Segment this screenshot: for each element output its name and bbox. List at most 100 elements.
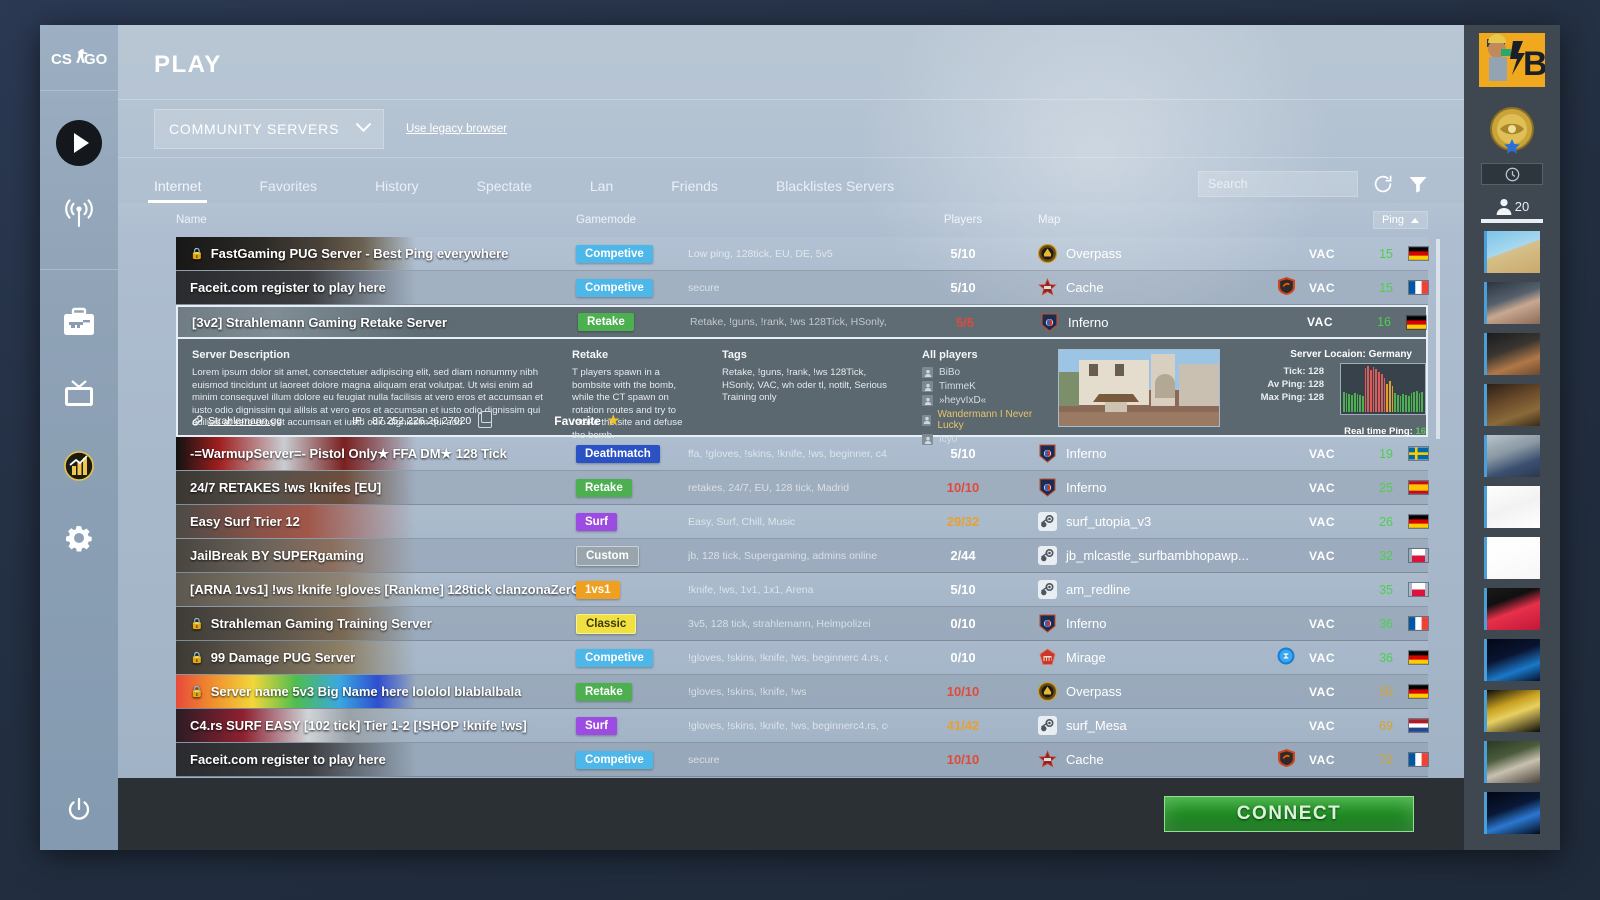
friend-avatar-12[interactable]: [1484, 792, 1540, 834]
server-list: 🔒 FastGaming PUG Server - Best Ping every…: [176, 237, 1428, 778]
friend-avatar-8[interactable]: [1484, 588, 1540, 630]
server-row[interactable]: -=WarmupServer=- Pistol Only★ FFA DM★ 12…: [176, 437, 1428, 471]
watch-button[interactable]: [53, 189, 105, 241]
inferno-icon: [1040, 312, 1059, 332]
ping-bar: [1343, 391, 1345, 412]
server-map-name: surf_utopia_v3: [1066, 514, 1152, 529]
stats-button[interactable]: [53, 440, 105, 492]
server-vac-cell: VAC: [1250, 315, 1337, 329]
server-name-cell: Faceit.com register to play here: [176, 752, 576, 767]
server-row[interactable]: 🔒 FastGaming PUG Server - Best Ping every…: [176, 237, 1428, 271]
search-input[interactable]: [1198, 171, 1358, 197]
server-map-name: Inferno: [1066, 480, 1107, 495]
friend-avatar-2[interactable]: [1484, 282, 1540, 324]
legacy-browser-link[interactable]: Use legacy browser: [406, 123, 507, 135]
faceit-shield: [1278, 277, 1296, 298]
friend-avatar-10[interactable]: [1484, 690, 1540, 732]
column-header-map[interactable]: Map: [1038, 214, 1248, 226]
server-name: C4.rs SURF EASY [102 tick] Tier 1-2 [!SH…: [190, 718, 527, 733]
friend-avatar-5[interactable]: [1484, 435, 1540, 477]
scrollbar-thumb[interactable]: [1436, 239, 1440, 439]
friend-avatar-11[interactable]: [1484, 741, 1540, 783]
vac-label: VAC: [1309, 718, 1335, 733]
server-row[interactable]: [ARNA 1vs1] !ws !knife !gloves [Rankme] …: [176, 573, 1428, 607]
server-row[interactable]: 🔒 Strahleman Gaming Training Server Classi…: [176, 607, 1428, 641]
server-name: [ARNA 1vs1] !ws !knife !gloves [Rankme] …: [190, 582, 600, 597]
server-row[interactable]: [3v2] Strahlemann Gaming Retake Server Re…: [176, 305, 1428, 339]
server-row[interactable]: Easy Surf Trier 12 Surf Easy, Surf, Chill,…: [176, 505, 1428, 539]
dropdown-label: COMMUNITY SERVERS: [169, 120, 340, 137]
table-header: Name Gamemode Players Map Ping: [118, 203, 1464, 237]
server-tags: Low ping, 128tick, EU, DE, 5v5: [688, 247, 833, 260]
star-icon: ★: [606, 412, 620, 428]
rank-badge[interactable]: B: [1479, 33, 1545, 87]
server-map-cell: Overpass: [1037, 243, 1248, 264]
favorite-button[interactable]: Favorite ★: [554, 412, 619, 429]
copy-icon[interactable]: [478, 411, 493, 428]
server-tags: ffa, !gloves, !skins, !knife, !ws, begin…: [688, 447, 888, 460]
tab-blacklistes-servers[interactable]: Blacklistes Servers: [776, 178, 894, 203]
server-map-cell: Cache: [1038, 277, 1248, 297]
friend-avatar-3[interactable]: [1484, 333, 1540, 375]
lock-icon: 🔒: [190, 248, 204, 260]
server-row[interactable]: 🔒 99 Damage PUG Server Competive !gloves, !…: [176, 641, 1428, 675]
playtime-button[interactable]: [1481, 163, 1543, 185]
ping-bar: [1380, 374, 1383, 412]
tab-history[interactable]: History: [375, 178, 419, 203]
server-row[interactable]: Faceit.com register to play here Competiv…: [176, 271, 1428, 305]
server-row[interactable]: 🔒 Server name 5v3 Big Name here lololol b…: [176, 675, 1428, 709]
tab-favorites[interactable]: Favorites: [259, 178, 317, 203]
server-name: JailBreak BY SUPERgaming: [190, 548, 364, 563]
server-players: 29/32: [946, 514, 980, 529]
ping-sort-label: Ping: [1381, 214, 1404, 226]
friend-avatar-6[interactable]: [1484, 486, 1540, 528]
server-map-cell: am_redline: [1038, 580, 1248, 599]
avg-ping-value: Av Ping: 128: [1267, 379, 1324, 390]
server-row[interactable]: JailBreak BY SUPERgaming Custom jb, 128 ti…: [176, 539, 1428, 573]
gamemode-tag: Competive: [576, 648, 653, 667]
friends-header[interactable]: 20: [1476, 197, 1548, 215]
friend-avatar-4[interactable]: [1484, 384, 1540, 426]
inferno-icon: [1038, 444, 1057, 463]
server-name-cell: -=WarmupServer=- Pistol Only★ FFA DM★ 12…: [176, 446, 576, 462]
gamemode-tag: Classic: [576, 613, 637, 634]
tab-spectate[interactable]: Spectate: [477, 178, 532, 203]
player-entry: BiBo: [922, 367, 1044, 378]
server-row[interactable]: 24/7 RETAKES !ws !knifes [EU] Retake retak…: [176, 471, 1428, 505]
column-header-ping-sort[interactable]: Ping: [1372, 211, 1428, 229]
game-mode-dropdown[interactable]: COMMUNITY SERVERS: [154, 108, 384, 149]
server-players: 10/10: [946, 752, 980, 767]
ping-bar: [1413, 391, 1415, 412]
power-button[interactable]: [40, 796, 118, 822]
mirage-icon: [1038, 648, 1057, 667]
connect-button[interactable]: CONNECT: [1164, 796, 1414, 832]
detail-gamemode-text: T players spawn in a bombsite with the b…: [572, 367, 683, 441]
inventory-button[interactable]: [53, 296, 105, 348]
play-button[interactable]: [53, 117, 105, 169]
tv-button[interactable]: [53, 368, 105, 420]
server-website-link[interactable]: Strahlemann.gg: [192, 415, 282, 427]
column-header-gamemode[interactable]: Gamemode: [576, 214, 888, 226]
friend-avatar-9[interactable]: [1484, 639, 1540, 681]
left-nav: CS GO: [40, 25, 118, 850]
tab-friends[interactable]: Friends: [671, 178, 718, 203]
gamemode-tag: 1vs1: [576, 580, 620, 599]
friend-avatar-7[interactable]: [1484, 537, 1540, 579]
service-medal-icon[interactable]: [1486, 103, 1538, 155]
server-name-cell: Faceit.com register to play here: [176, 280, 576, 295]
tab-lan[interactable]: Lan: [590, 178, 613, 203]
vac-label: VAC: [1309, 616, 1335, 631]
server-row[interactable]: C4.rs SURF EASY [102 tick] Tier 1-2 [!SH…: [176, 709, 1428, 743]
server-name: Server name 5v3 Big Name here lololol bl…: [210, 684, 522, 699]
server-name: Faceit.com register to play here: [190, 280, 386, 295]
friend-avatar-1[interactable]: [1484, 231, 1540, 273]
filter-icon[interactable]: [1408, 174, 1428, 194]
settings-button[interactable]: [53, 512, 105, 564]
column-header-name[interactable]: Name: [176, 214, 576, 226]
tab-internet[interactable]: Internet: [147, 178, 209, 203]
column-header-players[interactable]: Players: [888, 214, 1038, 226]
refresh-icon[interactable]: [1372, 173, 1394, 195]
csgo-logo: CS GO: [40, 25, 118, 91]
server-row[interactable]: Faceit.com register to play here Competiv…: [176, 743, 1428, 777]
server-ip: IP: 87.252.226.26:27020: [352, 411, 493, 428]
